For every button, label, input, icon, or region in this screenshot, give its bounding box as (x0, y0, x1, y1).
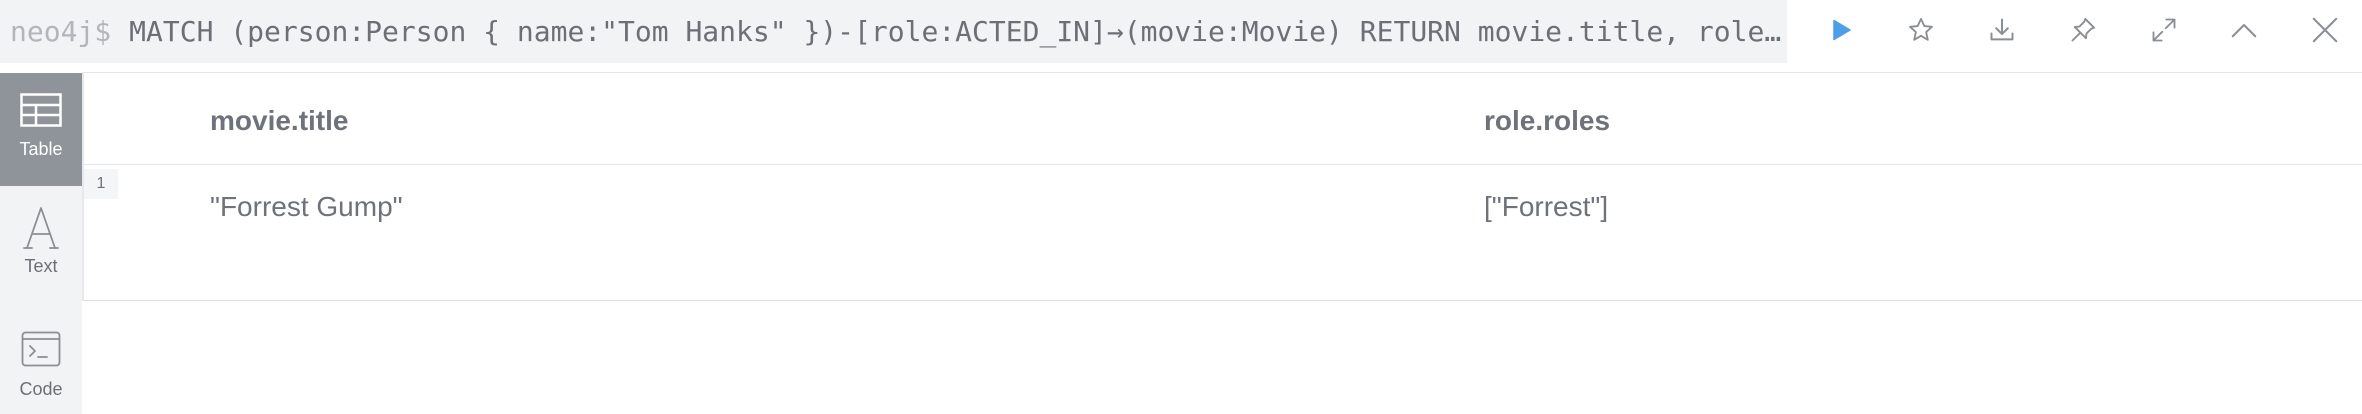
expand-icon (2152, 18, 2176, 42)
chevron-up-icon (2231, 24, 2257, 38)
pin-button[interactable] (2061, 8, 2105, 52)
table-icon (20, 93, 62, 127)
sidebar-item-table[interactable]: Table (0, 73, 82, 186)
play-icon (1833, 19, 1851, 41)
table-header: movie.title role.roles (82, 73, 2362, 165)
sidebar-item-label: Table (19, 139, 63, 159)
export-button[interactable] (1980, 8, 2024, 52)
close-icon (2312, 17, 2338, 43)
neo4j-result-frame: neo4j$ MATCH (person:Person { name:"Tom … (0, 0, 2362, 414)
sidebar-item-text[interactable]: Text (0, 186, 82, 299)
view-sidebar: Table Text Code (0, 73, 82, 414)
run-button[interactable] (1819, 8, 1863, 52)
favorite-button[interactable] (1899, 8, 1943, 52)
sidebar-item-label: Text (24, 256, 58, 276)
query-prompt: neo4j$ (10, 15, 112, 48)
column-header-movie-title: movie.title (210, 105, 349, 136)
code-icon (21, 331, 61, 367)
result-table: movie.title role.roles 1 "Forrest Gump" … (82, 72, 2362, 301)
column-header-role-roles: role.roles (1484, 105, 1611, 136)
sidebar-item-label: Code (19, 379, 63, 399)
query-text[interactable]: MATCH (person:Person { name:"Tom Hanks" … (129, 15, 1787, 48)
download-icon (1990, 18, 2014, 41)
query-editor[interactable]: neo4j$ MATCH (person:Person { name:"Tom … (0, 0, 1787, 63)
cell-movie-title: "Forrest Gump" (210, 191, 403, 222)
collapse-button[interactable] (2222, 8, 2266, 52)
close-button[interactable] (2303, 8, 2347, 52)
row-index: 1 (84, 169, 118, 199)
star-icon (1909, 17, 1933, 41)
text-icon (23, 207, 59, 249)
fullscreen-button[interactable] (2142, 8, 2186, 52)
pin-icon (2071, 17, 2096, 42)
sidebar-item-code[interactable]: Code (0, 299, 82, 412)
cell-role-roles: ["Forrest"] (1484, 191, 1609, 222)
frame-edge (82, 72, 84, 301)
frame-toolbar (1797, 0, 2362, 63)
